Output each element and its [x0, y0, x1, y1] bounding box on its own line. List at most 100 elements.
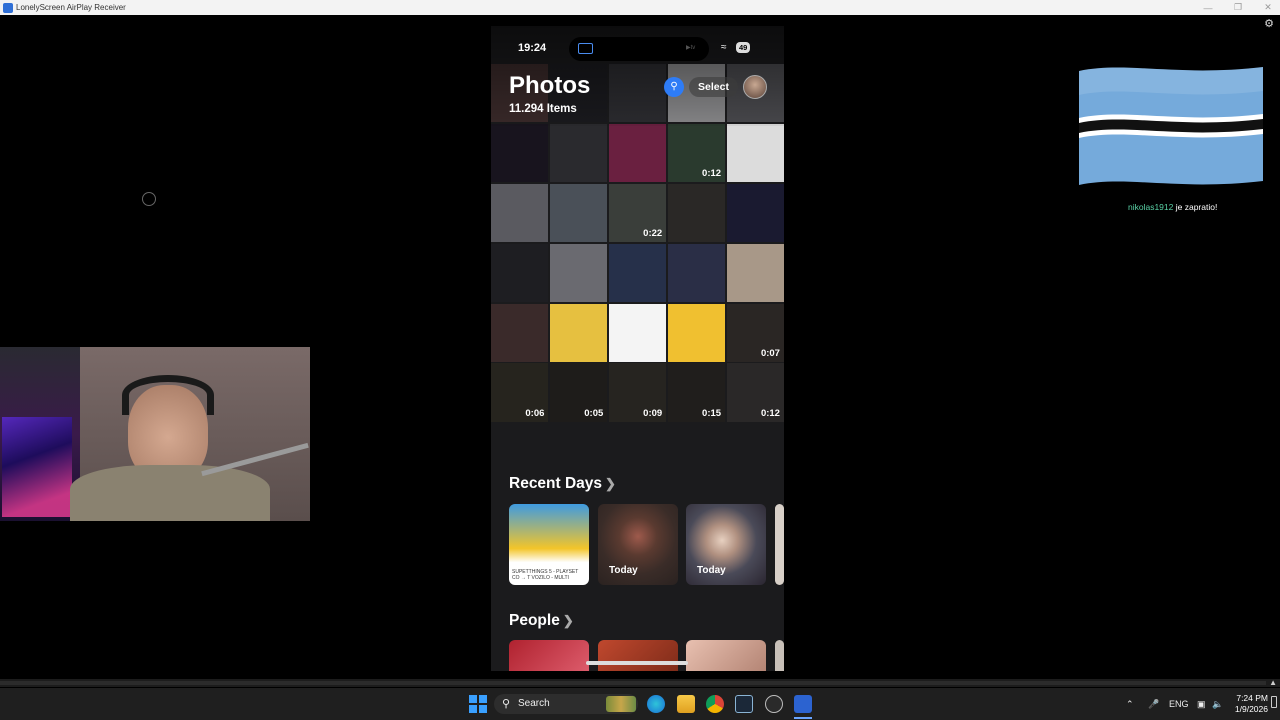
photo-thumbnail[interactable]: 0:07 — [726, 303, 784, 362]
lonelyscreen-icon[interactable] — [794, 695, 812, 713]
flag-graphic — [1079, 67, 1263, 185]
photo-thumbnail[interactable] — [608, 123, 667, 183]
photo-thumbnail[interactable] — [491, 303, 549, 362]
video-duration: 0:15 — [702, 407, 722, 419]
phone-time: 19:24 — [518, 42, 547, 54]
search-icon[interactable]: ⚲ — [664, 77, 684, 97]
photos-title: Photos — [509, 72, 591, 99]
close-icon[interactable]: ✕ — [1262, 2, 1274, 13]
taskbar-clock[interactable]: 7:24 PM 1/9/2026 — [1228, 693, 1268, 715]
horizontal-scrollbar[interactable]: ▲ — [0, 678, 1280, 687]
active-app-indicator — [794, 717, 812, 719]
photo-thumbnail[interactable] — [667, 303, 726, 362]
taskbar-search[interactable]: ⚲ Search — [494, 694, 638, 714]
photo-thumbnail[interactable]: 0:15 — [667, 363, 726, 422]
video-duration: 0:22 — [643, 228, 663, 240]
steam-icon[interactable] — [735, 695, 753, 713]
recent-days-title: Recent Days — [509, 475, 603, 492]
volume-icon[interactable]: 🔈 — [1212, 688, 1223, 720]
network-icon[interactable]: ▣ — [1197, 688, 1206, 720]
search-icon: ⚲ — [502, 698, 511, 710]
photo-thumbnail[interactable] — [549, 303, 608, 362]
recent-day-caption: SUPETTHINGS 5 - PLAYSET CO → T VOZILO - … — [512, 569, 579, 581]
scrollbar-thumb[interactable] — [0, 681, 1266, 685]
restore-icon[interactable]: ❐ — [1232, 2, 1244, 13]
chevron-up-icon[interactable]: ▲ — [1269, 678, 1277, 687]
settings-gear-icon[interactable]: ⚙ — [1264, 17, 1274, 30]
photo-thumbnail[interactable]: 0:09 — [608, 363, 667, 422]
photo-thumbnail[interactable] — [491, 243, 549, 303]
photo-thumbnail[interactable] — [608, 303, 667, 362]
recent-day-card[interactable]: SUPETTHINGS 5 - PLAYSET CO → T VOZILO - … — [509, 504, 589, 585]
photo-thumbnail[interactable] — [726, 123, 784, 183]
file-explorer-icon[interactable] — [677, 695, 695, 713]
window-titlebar[interactable]: LonelyScreen AirPlay Receiver — ❐ ✕ — [0, 0, 1280, 15]
photo-thumbnail[interactable] — [726, 183, 784, 243]
select-button[interactable]: Select — [689, 77, 738, 97]
recent-day-card[interactable]: Today — [598, 504, 678, 585]
photo-thumbnail[interactable] — [726, 243, 784, 303]
phone-status-bar: 19:24 ▶tv ≈ 49 — [491, 26, 784, 70]
person-card[interactable] — [509, 640, 589, 671]
photo-thumbnail[interactable] — [549, 123, 608, 183]
battery-indicator: 49 — [736, 42, 751, 53]
recent-day-label: Today — [697, 565, 726, 576]
chevron-right-icon: ❯ — [562, 613, 574, 628]
webcam-person-body — [70, 465, 270, 521]
search-highlight-image — [606, 696, 636, 712]
loading-spinner-icon — [142, 192, 156, 206]
tray-overflow-icon[interactable]: ⌃ — [1126, 688, 1134, 720]
recent-day-card-partial[interactable] — [775, 504, 784, 585]
follower-alert: nikolas1912 je zapratio! — [1128, 202, 1217, 212]
recent-day-card[interactable]: Today — [686, 504, 766, 585]
photo-thumbnail[interactable] — [491, 183, 549, 243]
photo-thumbnail[interactable] — [549, 183, 608, 243]
person-card-partial[interactable] — [775, 640, 784, 671]
windows-start-icon[interactable] — [469, 695, 487, 713]
edge-browser-icon[interactable] — [647, 695, 665, 713]
photo-thumbnail[interactable] — [608, 243, 667, 303]
photo-thumbnail[interactable]: 0:05 — [549, 363, 608, 422]
recent-days-heading[interactable]: Recent Days ❯ — [509, 475, 616, 493]
obs-icon[interactable] — [765, 695, 783, 713]
minimize-icon[interactable]: — — [1202, 3, 1214, 13]
language-indicator[interactable]: ENG — [1169, 688, 1189, 720]
webcam-feed — [0, 347, 310, 521]
mirrored-phone-screen: 0:12 0:22 0:07 0:06 0:05 0:09 0:15 0:12 19:24 ▶… — [491, 26, 784, 671]
profile-avatar[interactable] — [743, 75, 767, 99]
video-duration: 0:09 — [643, 407, 663, 419]
microphone-icon[interactable]: 🎤 — [1148, 688, 1159, 720]
photo-thumbnail[interactable]: 0:06 — [491, 363, 549, 422]
webcam-headset — [122, 375, 214, 415]
photo-thumbnail[interactable] — [667, 183, 726, 243]
chrome-icon[interactable] — [706, 695, 724, 713]
person-card[interactable] — [598, 640, 678, 671]
follower-text: je zapratio! — [1175, 202, 1218, 212]
photo-thumbnail[interactable]: 0:12 — [667, 123, 726, 183]
clock-time: 7:24 PM — [1236, 693, 1268, 703]
notification-icon[interactable] — [1271, 696, 1277, 708]
video-duration: 0:12 — [702, 168, 722, 180]
people-title: People — [509, 612, 560, 629]
photo-thumbnail[interactable]: 0:12 — [726, 363, 784, 422]
video-duration: 0:07 — [760, 347, 780, 359]
photo-thumbnail[interactable] — [667, 243, 726, 303]
people-heading[interactable]: People ❯ — [509, 612, 574, 630]
photo-thumbnail[interactable] — [608, 64, 667, 123]
app-icon — [3, 2, 13, 13]
window-controls: — ❐ ✕ — [1202, 0, 1274, 15]
chevron-right-icon: ❯ — [605, 476, 616, 491]
clock-date: 1/9/2026 — [1234, 704, 1268, 714]
home-indicator[interactable] — [586, 661, 688, 665]
taskbar: ⚲ Search ⌃ 🎤 ENG ▣ 🔈 7:24 PM 1/9/2026 — [0, 688, 1280, 720]
follower-username: nikolas1912 — [1128, 202, 1174, 212]
photo-grid: 0:12 0:22 0:07 0:06 0:05 0:09 0:15 0:12 — [491, 64, 784, 422]
recent-day-label: Today — [609, 565, 638, 576]
person-card[interactable] — [686, 640, 766, 671]
photo-thumbnail[interactable] — [491, 123, 549, 183]
photo-thumbnail[interactable]: 0:22 — [608, 183, 667, 243]
photos-count: 11.294 Items — [509, 103, 577, 115]
dynamic-island: ▶tv — [569, 37, 709, 61]
photo-thumbnail[interactable] — [549, 243, 608, 303]
appletv-badge: ▶tv — [686, 45, 696, 51]
